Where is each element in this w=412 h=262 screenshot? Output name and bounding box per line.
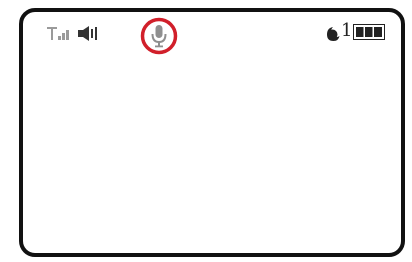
notification-count: 1 bbox=[341, 20, 353, 41]
signal-icon bbox=[47, 27, 69, 40]
status-bar: 1 bbox=[23, 12, 401, 55]
speaker-icon bbox=[78, 26, 97, 41]
moon-icon bbox=[327, 27, 340, 41]
device-screen: 1 bbox=[19, 8, 405, 257]
microphone-icon[interactable] bbox=[140, 17, 178, 55]
battery-icon bbox=[353, 24, 385, 40]
